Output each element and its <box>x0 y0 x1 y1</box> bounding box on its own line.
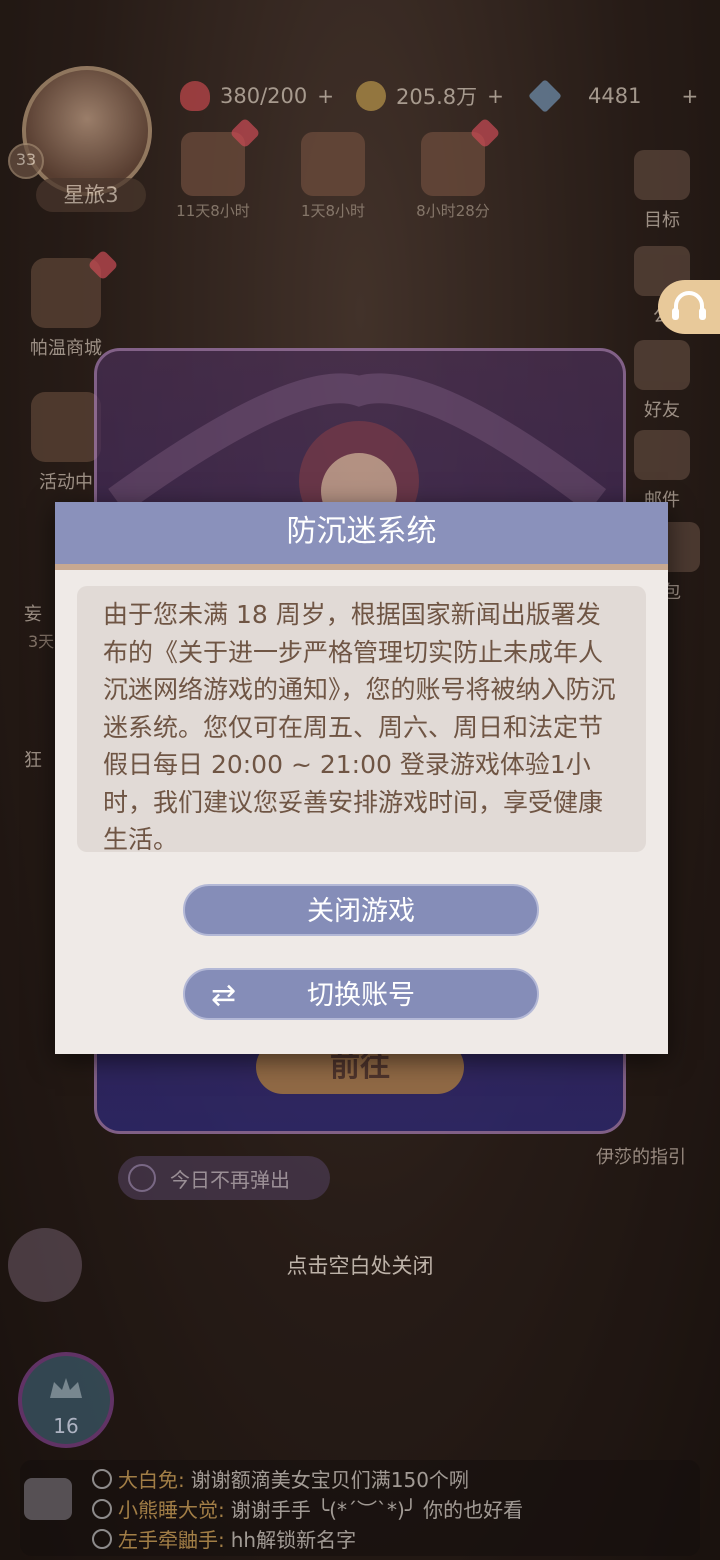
player-level-badge: 33 <box>8 143 44 179</box>
switch-account-label: 切换账号 <box>307 980 415 1011</box>
chat-user: 大白免: <box>118 1468 185 1492</box>
gift-box-icon <box>301 132 365 196</box>
envelope-icon <box>634 430 690 480</box>
shop-item-timer: 1天8小时 <box>300 202 366 220</box>
chat-line: 左手牵鼬手: hh解锁新名字 <box>92 1524 356 1553</box>
goal-label: 目标 <box>644 210 680 231</box>
coins-value: 205.8万 <box>396 85 478 109</box>
diamonds-plus-icon[interactable]: + <box>681 84 698 108</box>
friends-icon <box>634 340 690 390</box>
activity-label: 活动中 <box>39 472 93 493</box>
chat-message: 谢谢额滴美女宝贝们满150个咧 <box>190 1468 469 1492</box>
chat-message: hh解锁新名字 <box>230 1528 357 1552</box>
headset-icon <box>672 291 706 320</box>
crown-icon <box>50 1378 82 1398</box>
chat-line: 大白免: 谢谢额滴美女宝贝们满150个咧 <box>92 1464 469 1493</box>
globe-icon <box>92 1498 112 1519</box>
hearts-plus-icon[interactable]: + <box>317 84 334 108</box>
diamonds-counter[interactable]: 4481 + <box>528 79 698 113</box>
gift-icon <box>181 132 245 196</box>
left-item-3-timer: 3天 <box>28 632 55 651</box>
left-item-3-label[interactable]: 妄 <box>24 600 42 626</box>
globe-icon <box>92 1468 112 1489</box>
heart-icon <box>180 81 210 111</box>
radio-circle-icon <box>128 1164 156 1192</box>
anti-addiction-dialog: 防沉迷系统 由于您未满 18 周岁，根据国家新闻出版署发布的《关于进一步严格管理… <box>55 502 668 1054</box>
friends-button[interactable]: 好友 <box>620 340 704 422</box>
goal-button[interactable]: 目标 <box>620 150 704 232</box>
pawen-shop-label: 帕温商城 <box>30 338 102 359</box>
ice-cream-icon <box>31 392 101 462</box>
diamond-icon <box>528 79 562 113</box>
chat-message: 谢谢手手 ╰(*´︶`*)╯ 你的也好看 <box>230 1498 524 1522</box>
switch-account-button[interactable]: ⇄ 切换账号 <box>183 968 539 1020</box>
chat-user: 左手牵鼬手: <box>118 1528 225 1552</box>
dialog-message: 由于您未满 18 周岁，根据国家新闻出版署发布的《关于进一步严格管理切实防止未成… <box>77 586 646 854</box>
chat-bubble-icon[interactable] <box>24 1478 72 1520</box>
dress-icon <box>634 150 690 200</box>
chat-line: 小熊睡大觉: 谢谢手手 ╰(*´︶`*)╯ 你的也好看 <box>92 1494 523 1523</box>
dont-show-today-label: 今日不再弹出 <box>170 1167 290 1192</box>
hearts-value: 380/200 <box>220 84 308 108</box>
guide-label[interactable]: 伊莎的指引 <box>596 1143 686 1169</box>
diamonds-value: 4481 <box>588 84 642 108</box>
globe-icon <box>92 1528 112 1549</box>
player-avatar[interactable] <box>22 66 152 196</box>
player-name: 星旅3 <box>36 178 146 212</box>
shop-item-2[interactable]: 1天8小时 <box>288 132 378 221</box>
character-portrait-icon <box>108 373 607 541</box>
dont-show-today-toggle[interactable]: 今日不再弹出 <box>118 1156 330 1200</box>
coin-icon <box>356 81 386 111</box>
customer-service-button[interactable] <box>658 280 720 334</box>
swap-arrows-icon: ⇄ <box>211 978 237 1013</box>
crown-level-value: 16 <box>53 1414 79 1438</box>
chat-user: 小熊睡大觉: <box>118 1498 225 1522</box>
shop-item-timer: 8小时28分 <box>416 202 490 220</box>
close-game-button[interactable]: 关闭游戏 <box>183 884 539 936</box>
mail-button[interactable]: 邮件 <box>620 430 704 512</box>
coins-counter[interactable]: 205.8万 + <box>356 80 504 112</box>
coins-plus-icon[interactable]: + <box>487 84 504 108</box>
left-item-4-label[interactable]: 狂 <box>24 746 42 772</box>
tap-blank-to-close-hint: 点击空白处关闭 <box>286 1254 434 1278</box>
lucky-bag-icon <box>421 132 485 196</box>
dialog-title: 防沉迷系统 <box>55 502 668 570</box>
hearts-counter[interactable]: 380/200 + <box>180 80 334 112</box>
shop-item-timer: 11天8小时 <box>176 202 250 220</box>
gift-cake-button[interactable] <box>8 1228 82 1302</box>
friends-label: 好友 <box>644 400 680 421</box>
